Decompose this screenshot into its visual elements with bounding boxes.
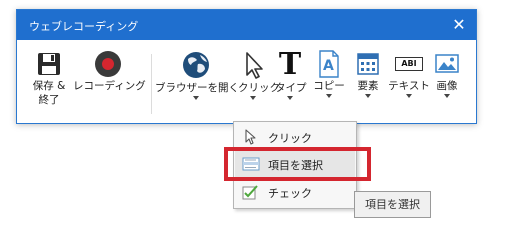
copy-label: コピー <box>313 80 345 92</box>
image-button[interactable]: 画像 <box>433 50 461 98</box>
menu-item-label: チェック <box>268 187 312 200</box>
tooltip: 項目を選択 <box>354 191 431 218</box>
web-recording-window: ウェブレコーディング ✕ 保存 & 終了 レコーディング ブラウザーを開く クリ… <box>16 9 477 124</box>
save-label-line1: 保存 & <box>32 80 66 92</box>
element-grid-icon <box>357 53 379 75</box>
text-type-icon: T <box>278 47 302 82</box>
text-label: テキスト <box>388 80 430 92</box>
toolbar-separator <box>151 54 152 114</box>
chevron-down-icon <box>365 94 371 98</box>
image-label: 画像 <box>436 80 458 92</box>
click-button[interactable]: クリック <box>235 48 280 124</box>
highlight-annotation-box <box>224 147 371 181</box>
save-label-line2: 終了 <box>38 94 60 106</box>
text-button[interactable]: ABI テキスト <box>388 50 430 98</box>
chevron-down-icon <box>444 94 450 98</box>
element-button[interactable]: 要素 <box>353 50 383 98</box>
recording-button[interactable]: レコーディング <box>73 50 146 92</box>
type-label: タイプ <box>275 82 307 94</box>
recording-label: レコーディング <box>73 80 146 92</box>
close-button[interactable]: ✕ <box>442 10 476 40</box>
copy-button[interactable]: A コピー <box>313 50 345 98</box>
save-exit-button[interactable]: 保存 & 終了 <box>31 50 67 106</box>
chevron-down-icon <box>287 96 293 100</box>
menu-item-label: クリック <box>268 132 312 145</box>
chevron-down-icon <box>193 96 199 100</box>
open-browser-button[interactable]: ブラウザーを開く <box>155 50 239 100</box>
element-label: 要素 <box>357 80 379 92</box>
chevron-down-icon <box>406 94 412 98</box>
toolbar: 保存 & 終了 レコーディング ブラウザーを開く クリック T タイプ A コピ… <box>17 40 476 124</box>
title-bar: ウェブレコーディング ✕ <box>17 10 476 40</box>
open-browser-label: ブラウザーを開く <box>155 82 239 94</box>
cursor-arrow-icon <box>246 52 263 79</box>
copy-document-icon: A <box>318 50 340 78</box>
checkbox-check-icon <box>242 185 258 200</box>
globe-browser-icon <box>183 52 209 78</box>
chevron-down-icon <box>326 94 332 98</box>
text-field-glyph: ABI <box>395 57 423 71</box>
chevron-down-icon <box>250 96 256 100</box>
type-button[interactable]: T タイプ <box>275 47 307 100</box>
menu-item-check[interactable]: チェック <box>235 179 355 205</box>
record-icon <box>95 51 121 77</box>
cursor-arrow-icon <box>245 129 256 145</box>
text-field-icon: ABI <box>394 50 424 78</box>
window-title: ウェブレコーディング <box>29 20 139 33</box>
click-label: クリック <box>238 82 280 94</box>
image-picture-icon <box>435 54 459 73</box>
copy-glyph: A <box>323 58 334 74</box>
save-disk-icon <box>38 53 60 75</box>
